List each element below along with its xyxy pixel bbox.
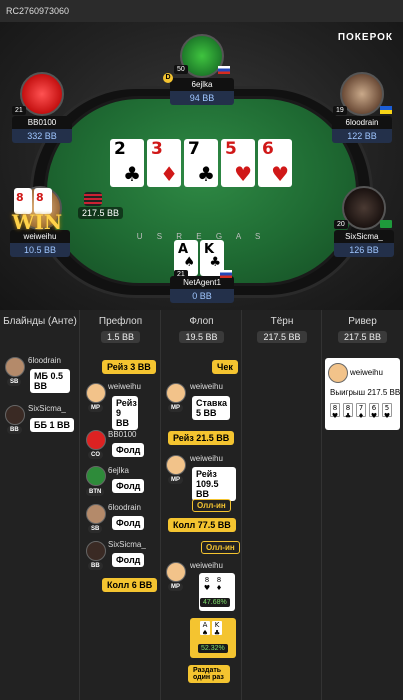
avatar bbox=[5, 405, 25, 425]
player-name: BB0100 bbox=[108, 430, 137, 439]
avatar bbox=[86, 504, 106, 524]
action-bubble: Фолд bbox=[112, 443, 145, 457]
mini-card: K ♣ bbox=[212, 621, 222, 637]
equity-badge: 52.32% bbox=[198, 644, 228, 653]
level-badge: 21 bbox=[12, 106, 26, 115]
call-bubble: Колл 77.5 BB bbox=[168, 518, 236, 532]
player-name: weiweihu bbox=[190, 454, 223, 463]
player-name: 6ejlka bbox=[108, 466, 129, 475]
level-badge: 19 bbox=[333, 106, 347, 115]
header-blinds: Блайнды (Анте) bbox=[3, 316, 77, 327]
pos-badge: CO bbox=[88, 451, 103, 459]
allin-tag: Олл-ин bbox=[201, 541, 240, 554]
mini-card: 7 ♦ bbox=[356, 403, 366, 420]
flag-icon bbox=[220, 270, 232, 278]
player-name: weiweihu bbox=[108, 382, 141, 391]
win-amount: Выигрыш 217.5 BB bbox=[330, 388, 401, 397]
avatar bbox=[20, 72, 64, 116]
pos-badge: MP bbox=[88, 404, 103, 412]
player-stack: 126 BB bbox=[334, 243, 394, 257]
avatar bbox=[86, 383, 106, 403]
mini-card: 8 ♥ bbox=[330, 403, 340, 420]
player-name: 6loodrain bbox=[332, 116, 392, 129]
mini-card: 8 ♦ bbox=[214, 576, 224, 592]
pos-badge: MP bbox=[168, 476, 183, 484]
player-name: weiweihu bbox=[190, 561, 223, 570]
action-bubble: МБ 0.5 BB bbox=[30, 369, 70, 393]
run-once-button[interactable]: Раздать один раз bbox=[188, 665, 230, 683]
flag-icon bbox=[380, 106, 392, 114]
header-river: Ривер 217.5 BB bbox=[322, 310, 403, 346]
action-bubble: Ставка 5 BB bbox=[192, 396, 230, 420]
header-preflop: Префлоп 1.5 BB bbox=[98, 316, 143, 343]
pos-badge: SB bbox=[88, 525, 103, 533]
player-name: SixSicma_ bbox=[334, 230, 394, 243]
flag-icon bbox=[218, 66, 230, 74]
player-name: SixSicma_ bbox=[108, 540, 146, 549]
equity-badge: 47.68% bbox=[200, 598, 230, 607]
raise-bubble: Рейз 3 BB bbox=[102, 360, 156, 374]
mini-card: 6 ♥ bbox=[369, 403, 379, 420]
pos-badge: BTN bbox=[86, 488, 105, 496]
pos-badge: MP bbox=[168, 404, 183, 412]
player-stack: 10.5 BB bbox=[10, 243, 70, 257]
avatar bbox=[86, 466, 106, 486]
brand-logo: ПОКЕРОК bbox=[337, 32, 393, 43]
action-bubble: ББ 1 BB bbox=[30, 418, 74, 432]
level-badge: 21 bbox=[174, 270, 188, 279]
level-badge: 50 bbox=[174, 65, 188, 74]
hand-id: RC2760973060 bbox=[0, 0, 403, 22]
check-bubble: Чек bbox=[212, 360, 238, 374]
pos-badge: MP bbox=[168, 583, 183, 591]
avatar bbox=[166, 383, 186, 403]
player-name: SixSicma_ bbox=[28, 404, 66, 413]
player-name: 6loodrain bbox=[108, 503, 141, 512]
mini-card: 8 ♣ bbox=[343, 403, 353, 420]
player-name: weiweihu bbox=[350, 368, 383, 377]
player-stack: 94 BB bbox=[170, 91, 234, 105]
chips-icon bbox=[84, 192, 102, 206]
board-card: 7 ♣ bbox=[184, 139, 218, 187]
action-bubble: Фолд bbox=[112, 553, 145, 567]
win-pot: 217.5 BB bbox=[78, 207, 124, 219]
action-bubble: Фолд bbox=[112, 516, 145, 530]
player-stack: 122 BB bbox=[332, 129, 392, 143]
pos-badge: BB bbox=[7, 426, 22, 434]
win-label: WIN bbox=[12, 210, 63, 234]
dealer-button: D bbox=[163, 73, 173, 83]
avatar bbox=[5, 357, 25, 377]
avatar bbox=[166, 455, 186, 475]
raise-bubble: Рейз 21.5 BB bbox=[168, 431, 235, 445]
avatar bbox=[328, 363, 348, 383]
player-hero: NetAgent1 0 BB bbox=[170, 276, 234, 303]
avatar bbox=[86, 430, 106, 450]
col-turn bbox=[242, 310, 322, 700]
mini-card: 5 ♥ bbox=[382, 403, 392, 420]
header-turn: Тёрн 217.5 BB bbox=[242, 310, 322, 346]
mini-card: 8 ♥ bbox=[202, 576, 212, 592]
action-bubble: Рейз 9 BB bbox=[112, 396, 138, 430]
pos-badge: BB bbox=[88, 562, 103, 570]
player-name: 6ejlka bbox=[170, 78, 234, 91]
allin-tag: Олл-ин bbox=[192, 499, 231, 512]
board-card: 6 ♥ bbox=[258, 139, 292, 187]
mini-card: A ♠ bbox=[200, 621, 210, 637]
player-name: weiweihu bbox=[190, 382, 223, 391]
player-name: 6loodrain bbox=[28, 356, 61, 365]
avatar bbox=[86, 541, 106, 561]
avatar bbox=[166, 562, 186, 582]
player-stack: 332 BB bbox=[12, 129, 72, 143]
board-card: 3 ♦ bbox=[147, 139, 181, 187]
level-badge: 20 bbox=[334, 220, 348, 229]
header-flop: Флоп 19.5 BB bbox=[161, 310, 242, 346]
pos-badge: SB bbox=[7, 378, 22, 386]
call-bubble: Колл 6 BB bbox=[102, 578, 158, 592]
flag-icon bbox=[380, 220, 392, 228]
action-bubble: Фолд bbox=[112, 479, 145, 493]
player-name: BB0100 bbox=[12, 116, 72, 129]
board-card: 5 ♥ bbox=[221, 139, 255, 187]
board-card: 2 ♣ bbox=[110, 139, 144, 187]
action-bubble: Рейз 109.5 BB bbox=[192, 467, 236, 501]
player-stack: 0 BB bbox=[170, 289, 234, 303]
